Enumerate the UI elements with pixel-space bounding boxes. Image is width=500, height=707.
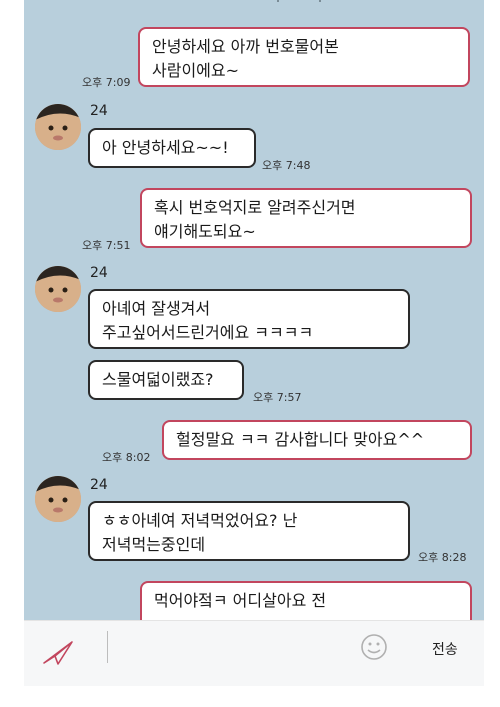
- child-photo-icon: [35, 266, 81, 312]
- message-input-bar: 전송: [24, 620, 484, 686]
- message-time: 오후 7:48: [262, 159, 311, 172]
- my-message-bubble[interactable]: 혹시 번호억지로 알려주신거면 얘기해도되요~: [140, 188, 472, 248]
- my-message-bubble[interactable]: 먹어야젘ㅋ 어디살아요 전: [140, 581, 472, 620]
- send-button[interactable]: 전송: [432, 639, 458, 659]
- child-photo-icon: [35, 104, 81, 150]
- contact-avatar[interactable]: [35, 104, 81, 150]
- their-message-bubble[interactable]: 아 안녕하세요~~!: [88, 128, 256, 168]
- contact-name: 24: [90, 103, 108, 119]
- input-divider: [107, 631, 108, 663]
- contact-name: 24: [90, 477, 108, 493]
- contact-avatar[interactable]: [35, 266, 81, 312]
- message-time: 오후 8:28: [418, 551, 467, 564]
- paper-plane-icon[interactable]: [42, 639, 74, 667]
- my-message-bubble[interactable]: 안녕하세요 아까 번호물어본 사람이에요~: [138, 27, 470, 87]
- their-message-bubble[interactable]: 스물여덟이랬죠?: [88, 360, 244, 400]
- their-message-bubble[interactable]: 아녜여 잘생겨서 주고싶어서드린거에요 ㅋㅋㅋㅋ: [88, 289, 410, 349]
- contact-avatar[interactable]: [35, 476, 81, 522]
- my-message-bubble[interactable]: 헐정말요 ㅋㅋ 감사합니다 맞아요^^: [162, 420, 472, 460]
- contact-name: 24: [90, 265, 108, 281]
- message-time: 오후 7:51: [82, 239, 131, 252]
- chat-area: 안녕하세요 아까 번호물어본 사람이에요~ 오후 7:09 24 아 안녕하세요…: [24, 0, 484, 620]
- message-time: 오후 7:09: [82, 76, 131, 89]
- their-message-bubble[interactable]: ㅎㅎ아녜여 저녁먹었어요? 난 저녁먹는중인데: [88, 501, 410, 561]
- smiley-icon[interactable]: [360, 633, 388, 661]
- cut-off-message-fragment: [277, 0, 321, 2]
- message-time: 오후 7:57: [253, 391, 302, 404]
- child-photo-icon: [35, 476, 81, 522]
- message-time: 오후 8:02: [102, 451, 151, 464]
